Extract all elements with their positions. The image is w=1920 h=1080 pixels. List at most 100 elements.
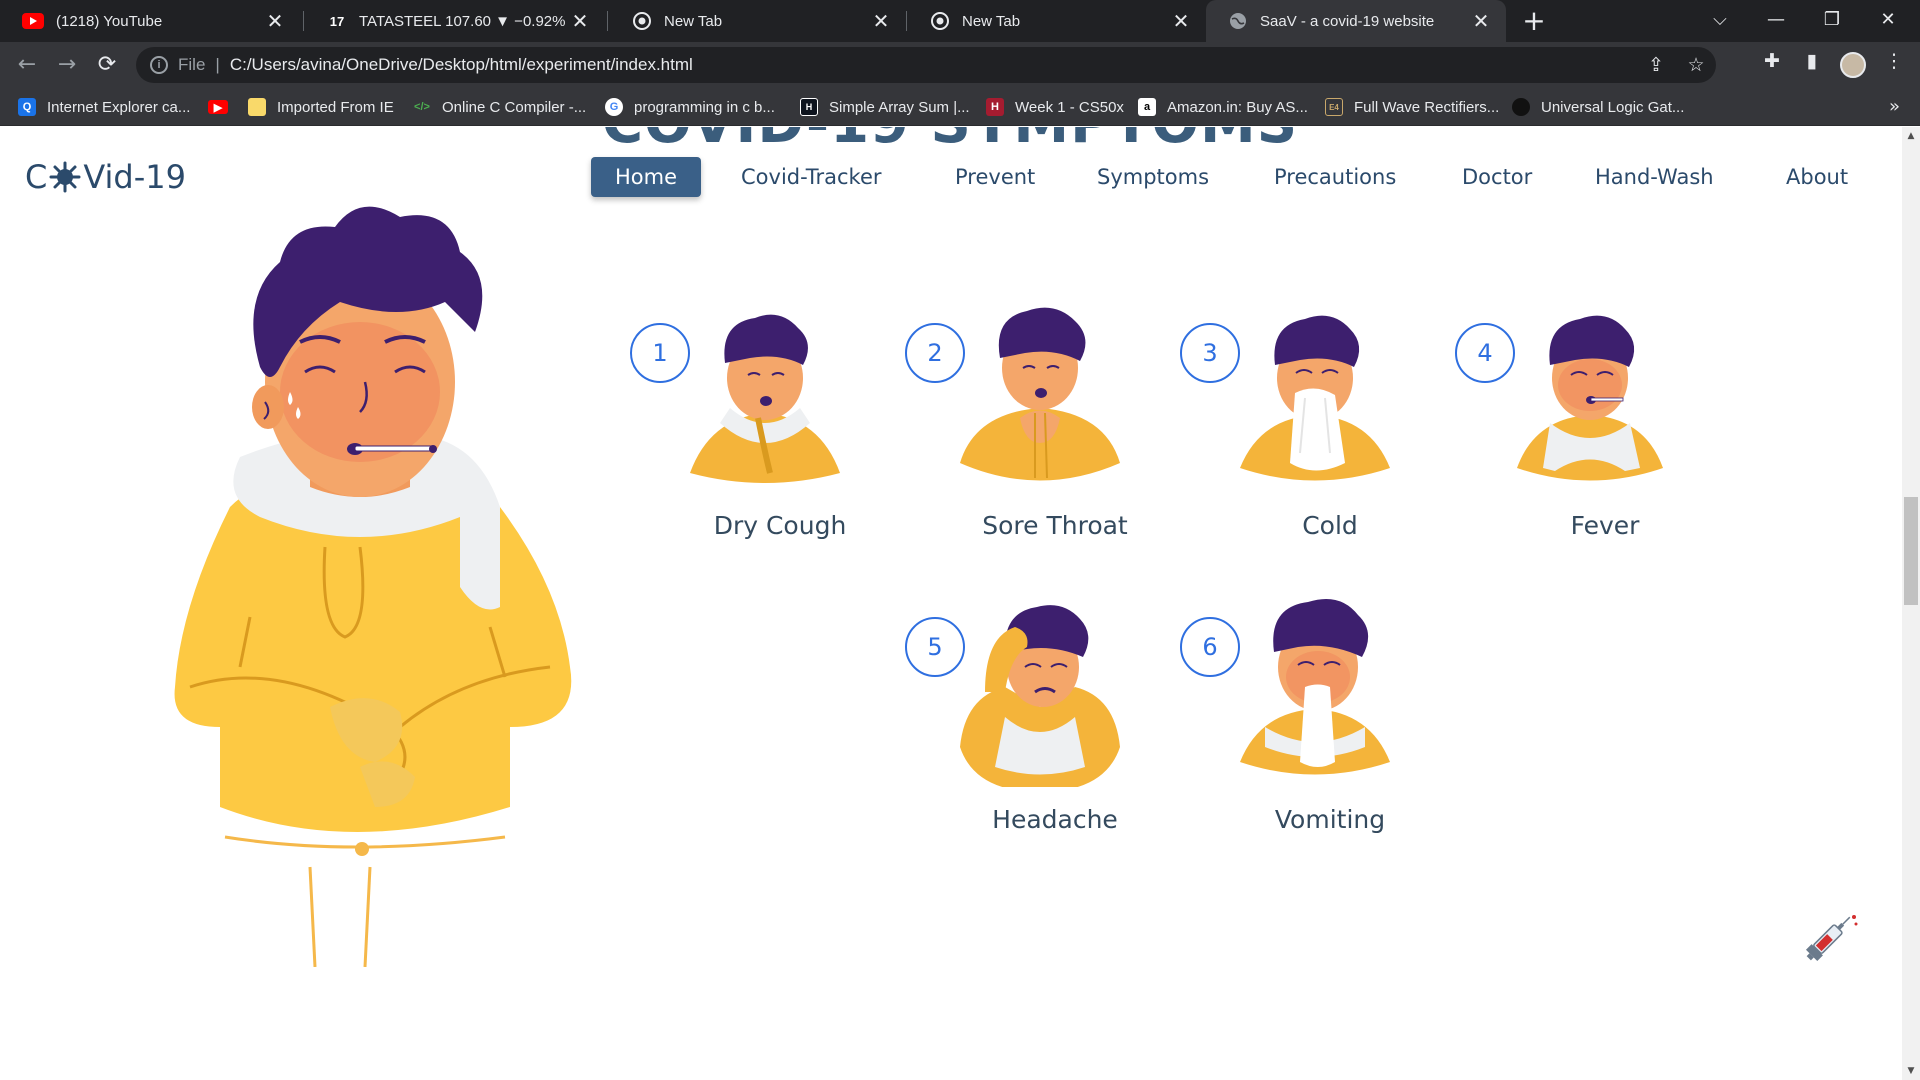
back-arrow-icon[interactable]: ← [12, 50, 42, 80]
bookmark-label: Full Wave Rectifiers... [1354, 98, 1500, 116]
reload-icon[interactable]: ⟳ [92, 50, 122, 80]
bookmark-universal-logic-gates[interactable]: Universal Logic Gat... [1512, 88, 1684, 126]
share-icon[interactable]: ⇪ [1636, 54, 1676, 77]
nav-home[interactable]: Home [591, 157, 702, 197]
tab-title: New Tab [962, 12, 1021, 30]
tab-divider [607, 11, 608, 31]
syringe-icon[interactable] [1800, 907, 1860, 967]
symptom-label: Fever [1570, 511, 1640, 540]
tab-new-tab-2[interactable]: New Tab ✕ [908, 0, 1206, 42]
tab-youtube[interactable]: (1218) YouTube ✕ [0, 0, 300, 42]
harvard-icon: H [986, 98, 1004, 116]
symptom-card-headache: 5 Headache [905, 605, 1155, 907]
bookmark-label: Online C Compiler -... [442, 98, 587, 116]
bookmark-youtube[interactable]: ▶ [208, 88, 239, 126]
globe-icon [1228, 11, 1248, 31]
tradingview-icon: 17 [329, 13, 345, 29]
bookmark-internet-explorer[interactable]: Q Internet Explorer ca... [18, 88, 190, 126]
close-icon[interactable]: ✕ [1170, 9, 1192, 34]
bookmark-label: Internet Explorer ca... [47, 98, 191, 116]
dark-circle-icon [1512, 98, 1530, 116]
bookmark-label: Amazon.in: Buy AS... [1167, 98, 1308, 116]
window-close-icon[interactable]: ✕ [1860, 0, 1916, 42]
address-divider: | [215, 55, 220, 74]
nav-doctor[interactable]: Doctor [1462, 157, 1532, 197]
profile-avatar-icon[interactable] [1840, 52, 1866, 78]
nav-covid-tracker[interactable]: Covid-Tracker [741, 157, 882, 197]
tab-tatasteel[interactable]: 17 TATASTEEL 107.60 ▼ −0.92% Unr ✕ [305, 0, 605, 42]
bookmark-label: programming in c b... [634, 98, 775, 116]
address-url[interactable]: C:/Users/avina/OneDrive/Desktop/html/exp… [230, 55, 693, 75]
tab-title: TATASTEEL 107.60 ▼ −0.92% Unr [359, 12, 569, 30]
bookmarks-bar: Q Internet Explorer ca... ▶ Imported Fro… [0, 88, 1920, 126]
page-scrollbar[interactable]: ▲ ▼ [1902, 127, 1920, 1080]
bookmark-online-c-compiler[interactable]: </> Online C Compiler -... [413, 88, 586, 126]
close-icon[interactable]: ✕ [264, 9, 286, 34]
sick-person-illustration [174, 206, 572, 967]
scrollbar-thumb[interactable] [1904, 497, 1918, 605]
site-navbar: C Vid-19 Home Covid-Tracker Prevent Symp… [0, 127, 1900, 227]
sore-throat-illustration [960, 307, 1120, 481]
bookmark-cs50x[interactable]: H Week 1 - CS50x [986, 88, 1124, 126]
logo-text-prefix: C [25, 158, 48, 196]
youtube-icon [22, 13, 44, 29]
browser-toolbar: ← → ⟳ i File | C:/Users/avina/OneDrive/D… [0, 42, 1920, 88]
amazon-icon: a [1138, 98, 1156, 116]
chrome-menu-icon[interactable]: ⋮ [1874, 50, 1914, 72]
close-icon[interactable]: ✕ [569, 9, 591, 34]
tab-divider [303, 11, 304, 31]
tab-saav[interactable]: SaaV - a covid-19 website ✕ [1206, 0, 1506, 42]
nav-precautions[interactable]: Precautions [1274, 157, 1396, 197]
bookmark-imported-from-ie[interactable]: Imported From IE [248, 88, 394, 126]
browser-tab-strip: (1218) YouTube ✕ 17 TATASTEEL 107.60 ▼ −… [0, 0, 1920, 42]
virus-icon [49, 161, 81, 193]
site-logo[interactable]: C Vid-19 [25, 158, 186, 196]
nav-prevent[interactable]: Prevent [955, 157, 1035, 197]
symptom-label: Headache [992, 805, 1118, 834]
site-info-icon[interactable]: i [150, 56, 168, 74]
symptom-card-vomiting: 6 Vomiting [1180, 598, 1430, 907]
tab-search-chevron-icon[interactable]: ⌵ [1692, 0, 1748, 42]
code-icon: </> [414, 101, 430, 113]
bookmark-simple-array-sum[interactable]: H Simple Array Sum |... [800, 88, 970, 126]
restore-icon[interactable]: ❐ [1804, 0, 1860, 42]
extensions-puzzle-icon[interactable]: ✚ [1752, 50, 1792, 72]
bookmark-label: Imported From IE [277, 98, 394, 116]
dry-cough-illustration [690, 314, 840, 483]
scroll-up-arrow-icon[interactable]: ▲ [1902, 127, 1920, 145]
close-icon[interactable]: ✕ [1470, 9, 1492, 34]
bookmark-full-wave-rectifiers[interactable]: E4 Full Wave Rectifiers... [1325, 88, 1499, 126]
bookmark-programming-in-c[interactable]: G programming in c b... [605, 88, 775, 126]
tab-title: New Tab [664, 12, 723, 30]
minimize-icon[interactable]: — [1748, 0, 1804, 42]
side-panel-icon[interactable]: ▮ [1792, 50, 1832, 72]
close-icon[interactable]: ✕ [870, 9, 892, 34]
symptom-label: Dry Cough [713, 511, 847, 540]
symptom-label: Sore Throat [982, 511, 1128, 540]
scroll-down-arrow-icon[interactable]: ▼ [1902, 1062, 1920, 1080]
new-tab-button[interactable]: + [1519, 4, 1549, 38]
tab-title: (1218) YouTube [56, 12, 163, 30]
page-viewport: COVID-19 SYMPTOMS [0, 127, 1920, 1080]
bookmark-star-icon[interactable]: ☆ [1676, 54, 1716, 77]
symptom-label: Vomiting [1274, 805, 1386, 834]
bookmarks-overflow-icon[interactable]: » [1889, 88, 1900, 126]
chrome-icon [930, 11, 950, 31]
address-bar[interactable]: i File | C:/Users/avina/OneDrive/Desktop… [136, 47, 1716, 83]
symptom-card-sore-throat: 2 Sore Throat [905, 307, 1155, 613]
cold-illustration [1240, 315, 1390, 481]
chrome-icon [632, 11, 652, 31]
bookmark-label: Simple Array Sum |... [829, 98, 970, 116]
nav-about[interactable]: About [1786, 157, 1848, 197]
youtube-icon: ▶ [208, 100, 228, 114]
nav-hand-wash[interactable]: Hand-Wash [1595, 157, 1714, 197]
bookmark-amazon[interactable]: a Amazon.in: Buy AS... [1138, 88, 1308, 126]
ie-search-icon: Q [18, 98, 36, 116]
electronics-icon: E4 [1325, 98, 1343, 116]
forward-arrow-icon[interactable]: → [52, 50, 82, 80]
bookmark-label: Week 1 - CS50x [1015, 98, 1124, 116]
tab-new-tab-1[interactable]: New Tab ✕ [610, 0, 906, 42]
hackerrank-icon: H [800, 98, 818, 116]
nav-symptoms[interactable]: Symptoms [1097, 157, 1209, 197]
tab-title: SaaV - a covid-19 website [1260, 12, 1435, 30]
